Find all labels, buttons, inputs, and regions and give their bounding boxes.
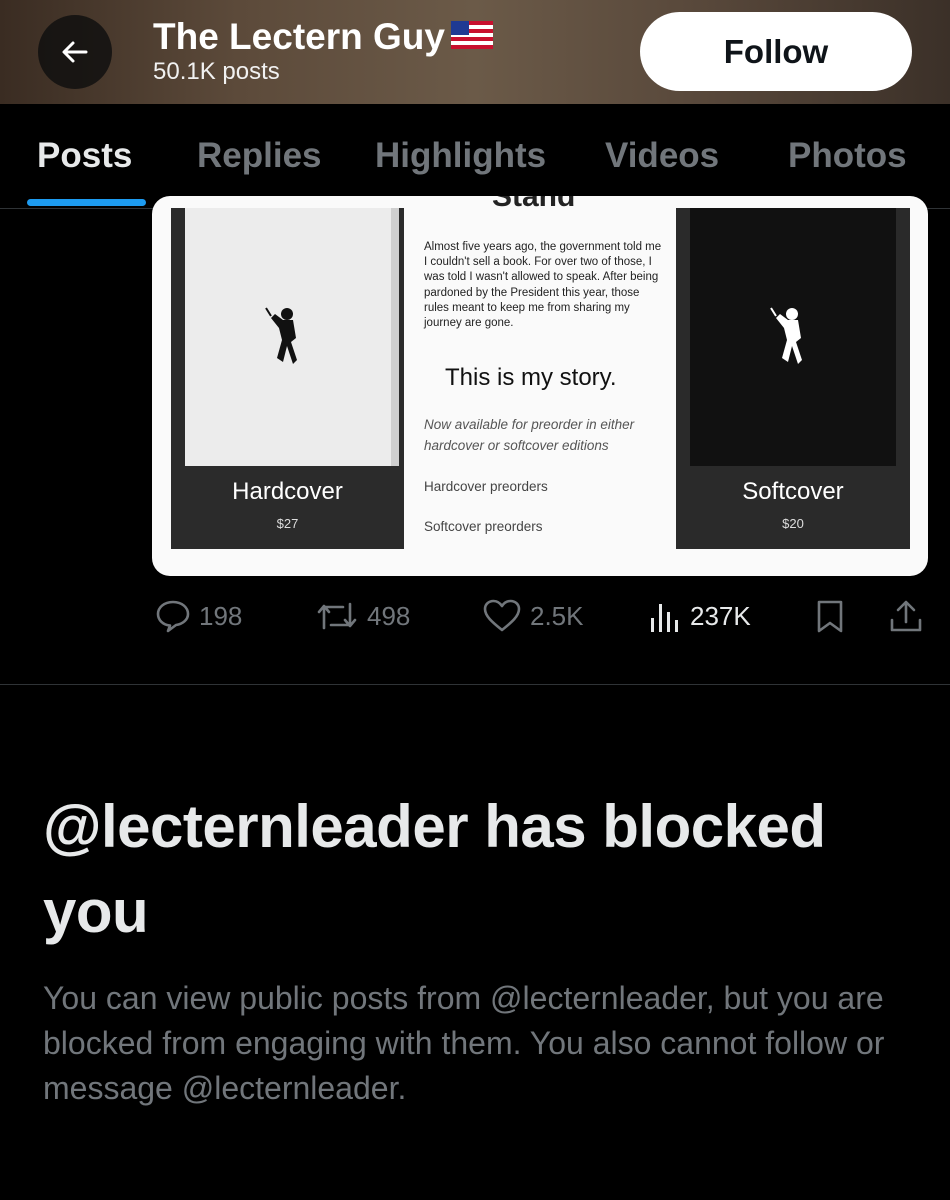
active-tab-indicator: [27, 199, 146, 206]
profile-title-block: The Lectern Guy 50.1K posts: [153, 16, 493, 86]
arrow-left-icon: [62, 41, 88, 63]
us-flag-icon: [450, 16, 493, 58]
softcover-price: $20: [782, 516, 804, 531]
follow-button[interactable]: Follow: [640, 12, 912, 91]
tab-replies[interactable]: Replies: [197, 136, 322, 176]
tab-posts[interactable]: Posts: [37, 136, 132, 176]
views-chart-icon: [651, 604, 678, 632]
post-action-bar: 198 498 2.5K 237K: [0, 598, 950, 644]
profile-header: The Lectern Guy 50.1K posts Follow: [0, 0, 950, 104]
like-button[interactable]: 2.5K: [482, 598, 584, 634]
hardcover-cover: [185, 208, 399, 466]
profile-tabs: Posts Replies Highlights Videos Photos: [0, 104, 950, 209]
dancing-figure-icon: [265, 307, 297, 364]
heart-icon: [483, 599, 521, 632]
partial-heading: Stand: [492, 196, 576, 213]
reply-button[interactable]: 198: [155, 598, 242, 634]
blocked-title: @lecternleader has blocked you: [43, 793, 826, 945]
story-paragraph: Almost five years ago, the government to…: [424, 241, 662, 330]
tab-photos[interactable]: Photos: [788, 136, 907, 176]
softcover-preorders-link: Softcover preorders: [424, 519, 543, 534]
story-heading: This is my story.: [445, 364, 617, 391]
blocked-description: You can view public posts from @lecternl…: [43, 980, 885, 1106]
repost-button[interactable]: 498: [315, 598, 410, 634]
bookmark-icon: [817, 600, 843, 633]
repost-icon: [317, 602, 357, 630]
hardcover-preorders-link: Hardcover preorders: [424, 479, 548, 494]
profile-name-text: The Lectern Guy: [153, 16, 445, 57]
profile-name: The Lectern Guy: [153, 16, 493, 58]
availability-text: Now available for preorder in either har…: [424, 417, 635, 453]
reply-count: 198: [199, 600, 243, 631]
tab-videos[interactable]: Videos: [605, 136, 719, 176]
softcover-book: Softcover $20: [676, 208, 910, 549]
hardcover-book: Hardcover $27: [171, 208, 404, 549]
hardcover-price: $27: [276, 516, 299, 531]
dancing-figure-icon: [770, 307, 802, 364]
reply-icon: [156, 600, 190, 633]
tab-highlights[interactable]: Highlights: [375, 136, 546, 176]
softcover-cover: [690, 208, 896, 466]
bookmark-button[interactable]: [814, 598, 846, 634]
post-count: 50.1K posts: [153, 58, 280, 85]
share-icon: [890, 600, 922, 632]
like-count: 2.5K: [530, 600, 584, 631]
section-divider: [0, 684, 950, 685]
view-count: 237K: [690, 600, 751, 631]
post-media-image[interactable]: Stand Hardcover $27 Almost five years ag…: [152, 196, 928, 576]
hardcover-label: Hardcover: [232, 478, 343, 505]
views-button[interactable]: 237K: [648, 598, 751, 634]
back-button[interactable]: [38, 15, 112, 89]
share-button[interactable]: [888, 598, 924, 634]
repost-count: 498: [367, 600, 411, 631]
softcover-label: Softcover: [742, 478, 844, 505]
